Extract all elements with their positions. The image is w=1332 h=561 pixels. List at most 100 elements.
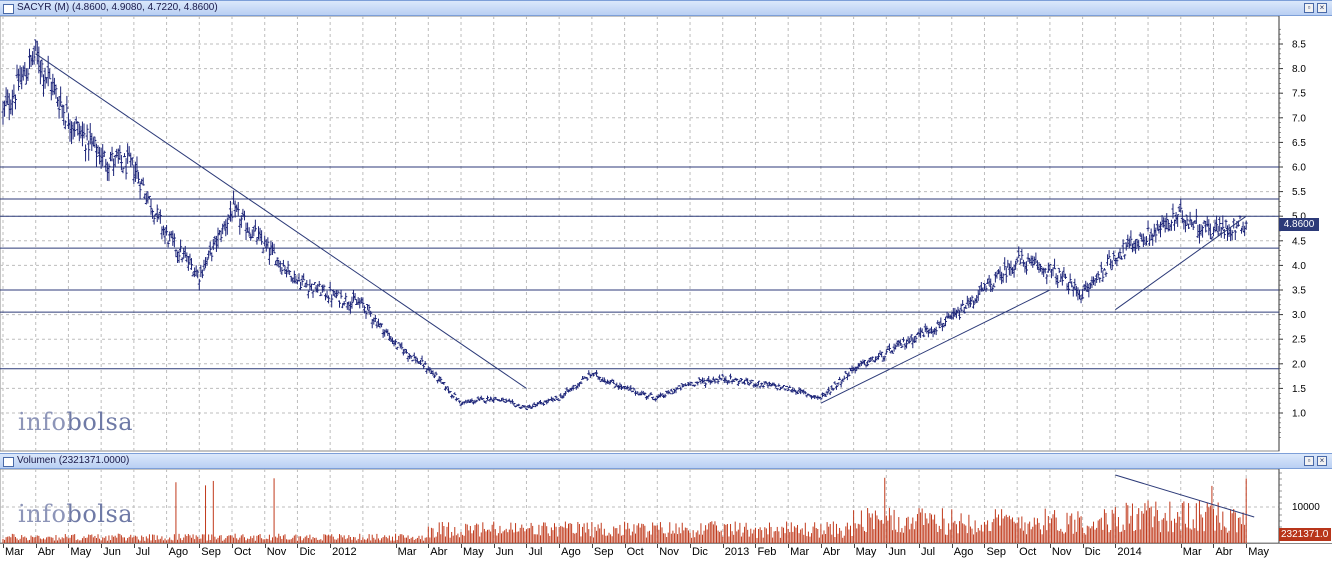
watermark-text-a: info (18, 500, 67, 528)
x-tick-label: Dic (692, 546, 708, 558)
x-tick-label: May (463, 546, 484, 558)
x-tick-label: Oct (1019, 546, 1037, 558)
x-tick-label: Sep (201, 546, 221, 558)
x-tick (788, 544, 790, 548)
x-tick-label: Ago (561, 546, 581, 558)
price-panel-title: SACYR (M) (4.8600, 4.9080, 4.7220, 4.860… (17, 2, 218, 13)
watermark-text-b: bolsa (66, 408, 134, 436)
x-tick-label: Nov (1051, 546, 1072, 558)
y-tick-label: 4.5 (1292, 236, 1306, 247)
x-tick (1017, 544, 1019, 548)
x-tick (1115, 544, 1117, 548)
x-tick-label: Nov (266, 546, 287, 558)
x-tick (330, 544, 332, 548)
x-tick-label: May (855, 546, 877, 558)
x-tick-label: Jun (495, 546, 514, 558)
price-plot-frame (0, 16, 1280, 452)
x-tick-label: Mar (397, 546, 417, 558)
x-tick-label: Dic (1084, 546, 1101, 558)
infobolsa-watermark-price: infobolsa (18, 408, 133, 436)
panel-icon[interactable] (3, 4, 14, 14)
x-tick-label: Mar (790, 546, 810, 558)
x-tick (853, 544, 855, 548)
x-tick (1082, 544, 1084, 548)
x-tick-label: Jul (921, 546, 936, 558)
x-tick (461, 544, 463, 548)
x-tick (820, 544, 822, 548)
x-tick-label: Jun (103, 546, 121, 558)
x-tick (199, 544, 201, 548)
x-tick (101, 544, 103, 548)
x-tick (951, 544, 953, 548)
close-icon[interactable]: × (1317, 456, 1327, 466)
x-tick-label: Ago (168, 546, 189, 558)
watermark-text-a: info (18, 408, 67, 436)
x-tick-label: Abr (822, 546, 840, 558)
x-tick-label: Jun (888, 546, 907, 558)
watermark-text-b: bolsa (66, 500, 134, 528)
x-tick (624, 544, 626, 548)
time-axis: Mar Abr May Jun Jul Ago Sep Oct Nov Dic 2012 Mar Abr… (0, 543, 1332, 561)
x-tick (3, 544, 4, 548)
y-tick-label: 1.5 (1292, 384, 1306, 395)
x-tick-label: Sep (986, 546, 1007, 558)
x-tick-label: Dic (299, 546, 316, 558)
x-tick-label: Feb (757, 546, 777, 558)
x-tick (886, 544, 888, 548)
y-tick-label: 8.5 (1292, 40, 1306, 51)
y-tick-label: 4.0 (1292, 261, 1306, 272)
x-tick-label: Oct (234, 546, 252, 558)
x-tick (232, 544, 233, 548)
infobolsa-watermark-volume: infobolsa (18, 500, 133, 528)
last-price-badge: 4.8600 (1279, 218, 1319, 231)
y-tick-label: 7.5 (1292, 89, 1306, 100)
x-tick (984, 544, 986, 548)
price-panel-titlebar: SACYR (M) (4.8600, 4.9080, 4.7220, 4.860… (0, 0, 1332, 16)
y-tick-label: 2.5 (1292, 335, 1306, 346)
x-tick (1180, 544, 1182, 548)
volume-axis-label: 10000 (1292, 502, 1320, 513)
y-tick-label: 6.5 (1292, 138, 1306, 149)
y-tick-label: 1.0 (1292, 409, 1306, 420)
x-tick (591, 544, 593, 548)
last-volume-badge: 2321371.0 (1279, 528, 1331, 541)
y-tick-label: 6.0 (1292, 163, 1306, 174)
x-tick (919, 544, 921, 548)
volume-panel-titlebar: Volumen (2321371.0000) ▫ × (0, 453, 1332, 469)
price-chart[interactable]: 1.01.52.02.53.03.54.04.55.05.56.06.57.07… (0, 16, 1332, 452)
x-tick (493, 544, 495, 548)
x-tick (1049, 544, 1051, 548)
x-tick (35, 544, 37, 548)
y-tick-label: 2.0 (1292, 359, 1306, 370)
x-tick-label: Sep (593, 546, 614, 558)
x-tick (133, 544, 135, 548)
minimize-icon[interactable]: ▫ (1304, 3, 1314, 13)
x-tick-label: 2014 (1117, 546, 1142, 558)
y-tick-label: 8.0 (1292, 64, 1306, 75)
x-tick-label: Oct (626, 546, 644, 558)
x-tick-label: Nov (659, 546, 679, 558)
x-tick-label: 2012 (332, 546, 357, 558)
x-tick (526, 544, 528, 548)
minimize-icon[interactable]: ▫ (1304, 456, 1314, 466)
close-icon[interactable]: × (1317, 3, 1327, 13)
x-tick-label: May (1248, 546, 1269, 558)
x-tick (755, 544, 757, 548)
y-tick-label: 3.0 (1292, 310, 1306, 321)
x-tick (559, 544, 561, 548)
x-tick (166, 544, 168, 548)
x-tick-label: 2013 (724, 546, 750, 558)
x-tick (264, 544, 266, 548)
x-tick (722, 544, 724, 548)
volume-chart[interactable] (0, 469, 1332, 543)
x-tick (1246, 544, 1248, 548)
y-tick-label: 5.5 (1292, 187, 1306, 198)
x-tick (297, 544, 299, 548)
x-tick-label: Mar (5, 546, 24, 558)
x-tick (690, 544, 692, 548)
x-tick-label: May (70, 546, 92, 558)
x-tick-label: Abr (1215, 546, 1233, 558)
x-tick (657, 544, 659, 548)
x-tick (428, 544, 430, 548)
panel-icon[interactable] (3, 457, 14, 467)
